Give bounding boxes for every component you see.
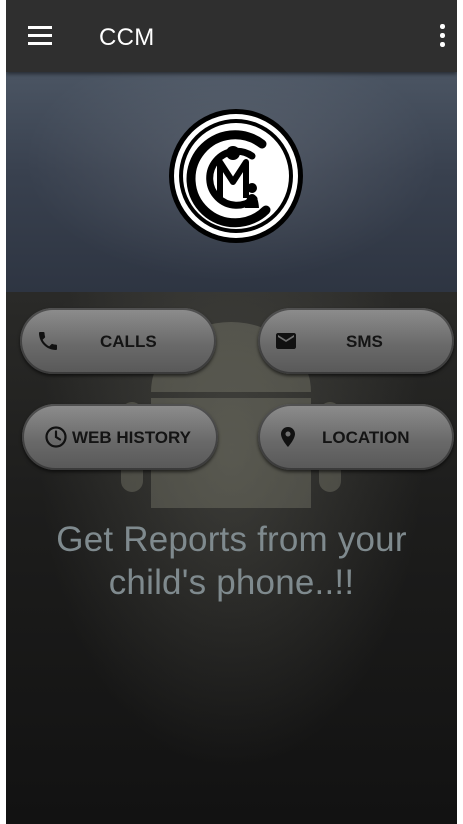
ccm-logo-icon (166, 106, 306, 246)
tagline-line-1: Get Reports from your (56, 520, 407, 559)
web-history-label: WEB HISTORY (72, 428, 192, 447)
sms-label: SMS (346, 332, 383, 351)
app-title: CCM (99, 24, 155, 51)
envelope-icon (276, 333, 296, 349)
calls-button[interactable]: CALLS (20, 308, 216, 374)
app-bar: CCM (6, 0, 457, 72)
tagline-line-2: child's phone..!! (108, 563, 355, 602)
phone-icon (39, 332, 57, 350)
clock-icon (45, 426, 67, 448)
header-banner (6, 72, 457, 292)
location-button[interactable]: LOCATION (258, 404, 454, 470)
app-screen: CCM CALLS SMS WEB HISTORY LOCATION Get R… (6, 0, 457, 824)
web-history-button[interactable]: WEB HISTORY (22, 404, 218, 470)
hamburger-menu-icon[interactable] (28, 26, 52, 46)
more-vert-icon[interactable] (437, 24, 447, 48)
sms-button[interactable]: SMS (258, 308, 454, 374)
calls-label: CALLS (100, 332, 157, 351)
tagline: Get Reports from your child's phone..!! (6, 518, 457, 604)
map-pin-icon (281, 427, 295, 447)
location-label: LOCATION (322, 428, 410, 447)
